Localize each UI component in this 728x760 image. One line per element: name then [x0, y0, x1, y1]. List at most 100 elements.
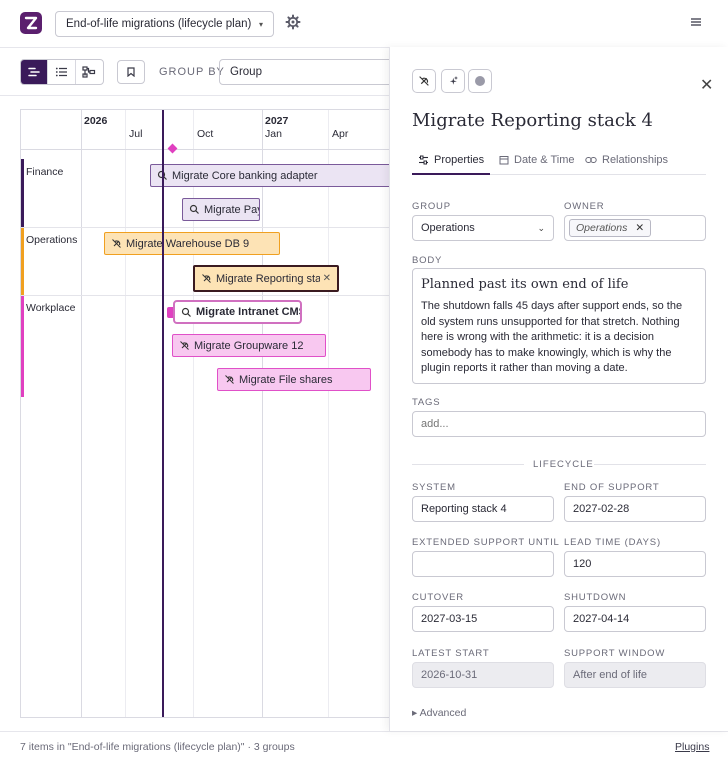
- end-of-support-input[interactable]: 2027-02-28: [564, 496, 706, 522]
- groupby-select-value: Group: [230, 66, 262, 78]
- body-text: The shutdown falls 45 days after support…: [421, 300, 683, 375]
- gridline-year: [262, 110, 263, 717]
- body-field-label: BODY: [412, 255, 443, 266]
- logo-z-icon: [24, 16, 38, 30]
- owner-chip-label: Operations: [576, 222, 628, 234]
- group-color-workplace: [21, 296, 24, 397]
- search-icon: [181, 307, 191, 317]
- tab-label: Relationships: [602, 154, 669, 166]
- today-line: [162, 110, 164, 717]
- cutover-input[interactable]: 2027-03-15: [412, 606, 554, 632]
- gear-icon[interactable]: [285, 14, 301, 30]
- lead-value: 120: [573, 558, 592, 570]
- group-select-value: Operations: [421, 222, 475, 234]
- tab-relationships[interactable]: Relationships: [585, 154, 668, 166]
- tags-field-label: TAGS: [412, 397, 441, 408]
- year-label: 2026: [84, 115, 108, 127]
- network-view-button[interactable]: [76, 60, 103, 84]
- latest-start-field-label: LATEST START: [412, 648, 490, 659]
- tab-label: Date & Time: [514, 154, 575, 166]
- lead-time-input[interactable]: 120: [564, 551, 706, 577]
- owner-field[interactable]: Operations ✕: [564, 215, 706, 241]
- system-value: Reporting stack 4: [421, 503, 507, 515]
- timeline-bar-selected[interactable]: Migrate Reporting stack 4 ✕: [193, 265, 339, 292]
- bar-label: Migrate Core banking adapter: [172, 169, 318, 182]
- app-logo[interactable]: [20, 12, 42, 34]
- toolbar-divider: [0, 95, 390, 96]
- group-label-workplace: Workplace: [26, 302, 76, 314]
- unsupported-icon: [180, 341, 189, 350]
- timeline-bar[interactable]: Migrate Warehouse DB 9: [104, 232, 280, 255]
- topbar-divider: [0, 47, 390, 48]
- lifecycle-section-label: LIFECYCLE: [533, 459, 594, 470]
- remove-owner-icon[interactable]: ✕: [635, 222, 644, 234]
- tab-date-time[interactable]: Date & Time: [499, 154, 575, 166]
- groupby-label: GROUP BY: [159, 66, 225, 78]
- lead-time-field-label: LEAD TIME (DAYS): [564, 537, 661, 548]
- bookmark-button[interactable]: [117, 60, 145, 84]
- group-field-label: GROUP: [412, 201, 451, 212]
- timeline-view-button[interactable]: [21, 60, 49, 84]
- active-tab-indicator: [412, 173, 490, 175]
- latest-value: 2026-10-31: [421, 669, 478, 681]
- cutover-field-label: CUTOVER: [412, 592, 464, 603]
- shutdown-field-label: SHUTDOWN: [564, 592, 627, 603]
- menu-icon[interactable]: [689, 16, 703, 28]
- link-icon: [585, 157, 597, 163]
- unsupported-icon: [202, 274, 211, 283]
- system-input[interactable]: Reporting stack 4: [412, 496, 554, 522]
- calendar-icon: [499, 156, 509, 165]
- support-window-field-label: SUPPORT WINDOW: [564, 648, 666, 659]
- sparkle-button[interactable]: [441, 69, 465, 93]
- advanced-label: Advanced: [419, 707, 467, 719]
- color-button[interactable]: [468, 69, 492, 93]
- group-divider: [21, 295, 390, 296]
- bar-label: Migrate File shares: [239, 373, 333, 386]
- section-divider: [412, 464, 524, 465]
- close-panel-icon[interactable]: ✕: [700, 75, 713, 95]
- system-field-label: SYSTEM: [412, 482, 456, 493]
- window-value: After end of life: [573, 669, 647, 681]
- network-icon: [82, 66, 96, 78]
- group-select[interactable]: Operations ⌄: [412, 215, 554, 241]
- tags-input[interactable]: [412, 411, 706, 437]
- shutdown-value: 2027-04-14: [573, 613, 630, 625]
- timeline-bar[interactable]: Migrate Groupware 12: [172, 334, 326, 357]
- unsupported-toggle-button[interactable]: [412, 69, 436, 93]
- timeline: 2026 2027 Jul Oct Jan Apr Finance Operat…: [20, 109, 390, 718]
- gridline: [125, 110, 126, 717]
- cutover-value: 2027-03-15: [421, 613, 478, 625]
- color-dot-icon: [475, 76, 485, 86]
- section-divider: [594, 464, 706, 465]
- caret-right-icon: ▸: [412, 707, 418, 719]
- label-column-divider: [81, 110, 82, 717]
- close-icon[interactable]: ✕: [323, 273, 331, 284]
- plugins-link[interactable]: Plugins: [675, 741, 709, 753]
- month-label: Jan: [265, 128, 282, 140]
- extended-support-input[interactable]: [412, 551, 554, 577]
- timeline-bar[interactable]: Migrate Payroll: [182, 198, 260, 221]
- view-switcher: [20, 59, 104, 85]
- today-marker: [167, 143, 178, 154]
- list-view-button[interactable]: [48, 60, 76, 84]
- month-label: Apr: [332, 128, 349, 140]
- bar-label: Migrate Payroll: [204, 203, 259, 216]
- body-editor[interactable]: Planned past its own end of life The shu…: [412, 268, 706, 384]
- advanced-toggle[interactable]: ▸ Advanced: [412, 707, 466, 719]
- timeline-bar[interactable]: Migrate Intranet CMS: [173, 300, 302, 324]
- eos-field-label: END OF SUPPORT: [564, 482, 660, 493]
- groupby-select[interactable]: Group: [219, 59, 399, 85]
- ext-support-field-label: EXTENDED SUPPORT UNTIL: [412, 537, 560, 548]
- timeline-bar[interactable]: Migrate File shares: [217, 368, 371, 391]
- group-color-operations: [21, 228, 24, 295]
- latest-start-readonly: 2026-10-31: [412, 662, 554, 688]
- plan-select[interactable]: End-of-life migrations (lifecycle plan) …: [55, 11, 274, 37]
- timeline-bar[interactable]: Migrate Core banking adapter: [150, 164, 390, 187]
- year-label: 2027: [265, 115, 289, 127]
- gridline: [328, 110, 329, 717]
- unsupported-icon: [225, 375, 234, 384]
- group-color-finance: [21, 159, 24, 228]
- shutdown-input[interactable]: 2027-04-14: [564, 606, 706, 632]
- chevron-down-icon: ▾: [258, 19, 263, 29]
- tab-properties[interactable]: Properties: [418, 154, 484, 166]
